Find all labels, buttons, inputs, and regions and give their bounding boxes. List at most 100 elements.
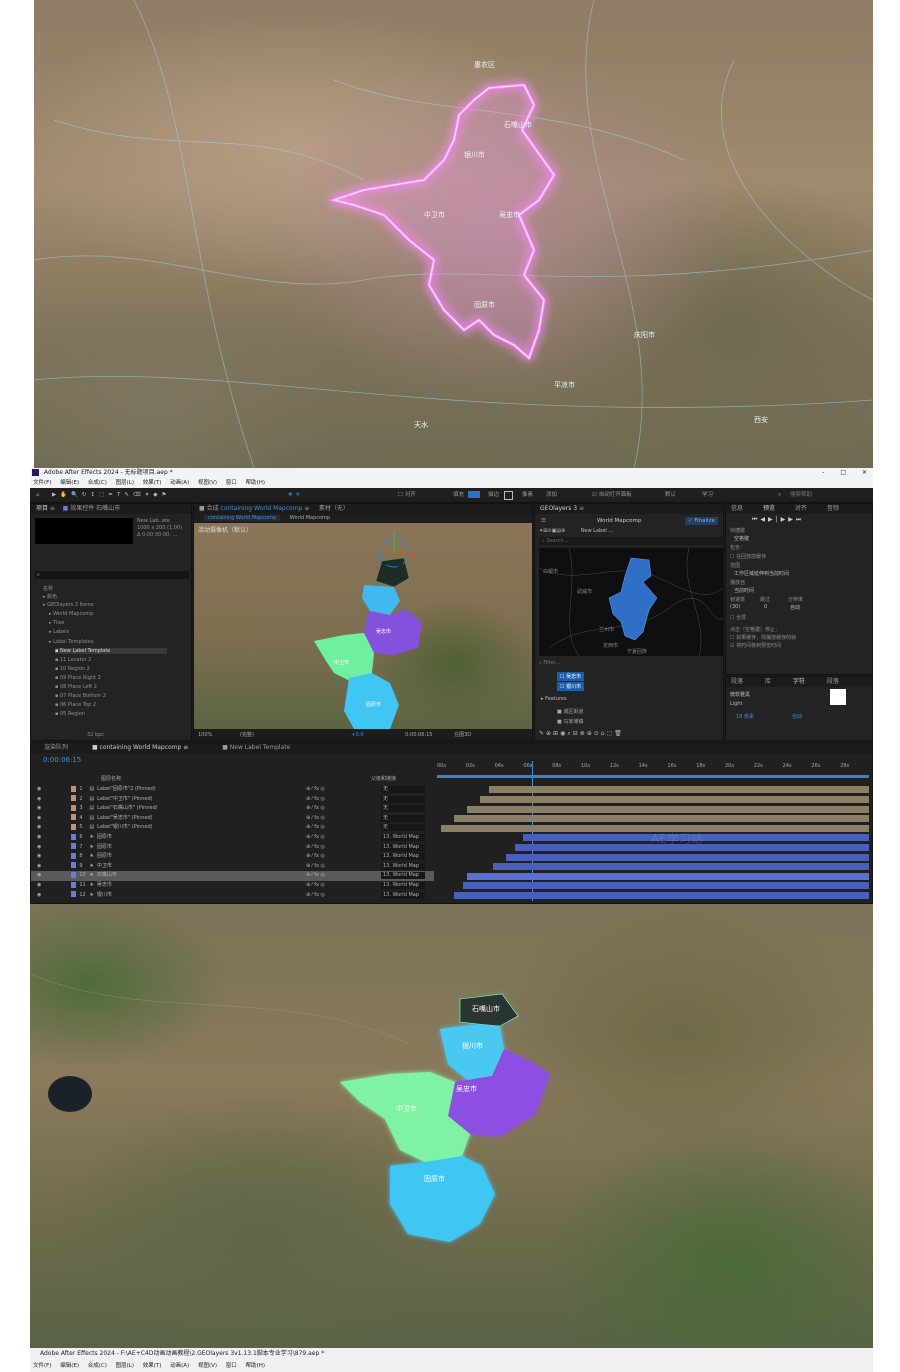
layer-label-color[interactable] xyxy=(71,891,77,898)
menu-view[interactable]: 视图(V) xyxy=(198,480,217,486)
quality-dropdown[interactable]: (完整) xyxy=(240,732,254,738)
timeline-layer-row[interactable]: ◉ 5 ▤ Label"银川市" (Pinned) ⊕ ⁄ fx ◎ 无 xyxy=(31,823,434,833)
timeline-layer-row[interactable]: ◉ 10 ★ 石嘴山市 ⊕ ⁄ fx ◎ 13. World Map xyxy=(31,871,434,881)
visibility-eye-icon[interactable]: ◉ xyxy=(37,882,41,888)
menu-animation[interactable]: 动画(A) xyxy=(170,480,189,486)
features-group[interactable]: ▸ Features xyxy=(541,696,567,702)
layer-name[interactable]: Label"石嘴山市" (Pinned) xyxy=(97,805,157,811)
geolayers-tool-icons[interactable]: ✦⊞⊙▣▤⊕ xyxy=(539,528,565,534)
geo-preview-ningxia[interactable] xyxy=(608,557,658,641)
tab-project[interactable]: 项目 xyxy=(36,505,48,512)
geo-layer-item[interactable]: ☐ 银川市 xyxy=(557,682,585,691)
subtab-containing[interactable]: containing World Mapcomp xyxy=(204,515,281,521)
layer-switches[interactable]: ⊕ ⁄ fx ◎ xyxy=(306,804,325,814)
project-item[interactable]: ▪ 11 Locator 2 xyxy=(55,657,91,663)
layer-name[interactable]: Label"固原市"2 (Pinned) xyxy=(97,786,156,792)
visibility-eye-icon[interactable]: ◉ xyxy=(37,824,41,830)
project-item[interactable]: ▸ GEOlayers 3 Items xyxy=(43,602,94,608)
tab-paragraph[interactable]: 段落 xyxy=(827,678,839,685)
parent-dropdown[interactable]: 13. World Map xyxy=(381,872,425,880)
layer-duration-bar[interactable] xyxy=(467,872,869,880)
geolayers-bottom-icons[interactable]: ✎⊕⊞◉⌕⊟⊗⊕⊙⌂⬚🗑 xyxy=(539,730,624,738)
add-label[interactable]: 添加 xyxy=(546,488,557,502)
region-wuzhong[interactable] xyxy=(364,609,422,655)
layer-label-color[interactable] xyxy=(71,785,77,792)
layer-label-color[interactable] xyxy=(71,852,77,859)
menu-help[interactable]: 帮助(H) xyxy=(246,1363,265,1369)
timeline-timecode[interactable]: 0:00:06:15 xyxy=(43,756,81,764)
layer-duration-bar[interactable] xyxy=(462,882,869,890)
subtab-world-mapcomp[interactable]: World Mapcomp xyxy=(290,515,330,521)
layer-label-color[interactable] xyxy=(71,862,77,869)
project-item[interactable]: ▪ 05 Region xyxy=(55,711,85,717)
axis-tool-icons[interactable]: ✥✛ xyxy=(288,488,303,502)
layer-switches[interactable]: ⊕ ⁄ fx ◎ xyxy=(306,843,325,853)
layer-label-color[interactable] xyxy=(71,814,77,821)
tab-info[interactable]: 信息 xyxy=(731,505,743,512)
menu-layer[interactable]: 图层(L) xyxy=(116,1363,134,1369)
parent-dropdown[interactable]: 无 xyxy=(381,786,425,793)
layer-name[interactable]: 固原市 xyxy=(97,853,112,859)
work-area-bar[interactable] xyxy=(437,775,869,778)
geolayers-filter-input[interactable]: ⌕ Filter... xyxy=(539,659,723,667)
fullscreen-checkbox[interactable]: ☐ 全屏 xyxy=(730,614,746,621)
tab-preview[interactable]: 预览 xyxy=(763,505,775,512)
parent-dropdown[interactable]: 无 xyxy=(381,814,425,822)
tab-character[interactable]: 字符 xyxy=(793,678,805,685)
geolayers-map-preview[interactable]: 武威市 白银市 兰州市 定西市 宁夏回族 xyxy=(539,548,723,656)
project-item[interactable]: ▸ Tiles xyxy=(49,620,64,626)
project-item[interactable]: ▪ 09 Place Right 2 xyxy=(55,675,101,681)
menu-effect[interactable]: 效果(T) xyxy=(143,480,162,486)
font-size-value[interactable]: 18 像素 xyxy=(736,713,754,720)
project-item[interactable]: ▪ 07 Place Bottom 2 xyxy=(55,693,106,699)
home-icon[interactable]: ⌂ xyxy=(36,488,40,502)
move-time-checkbox[interactable]: ☑ 将时间移到预览时间 xyxy=(730,642,781,649)
layer-label-color[interactable] xyxy=(71,804,77,811)
tab-timeline-label-template[interactable]: ■ New Label Template xyxy=(222,744,290,751)
tab-paragraph-left[interactable]: 段落 xyxy=(731,678,743,685)
feature-item[interactable]: ■ 城区街道 xyxy=(557,708,583,715)
layer-duration-bar[interactable] xyxy=(488,786,869,794)
layer-name[interactable]: Label"银川市" (Pinned) xyxy=(97,824,152,830)
font-dropdown[interactable]: 微软雅黑 xyxy=(730,691,750,698)
timeline-layer-row[interactable]: ◉ 7 ★ 固原市 ⊕ ⁄ fx ◎ 13. World Map xyxy=(31,843,434,853)
visibility-eye-icon[interactable]: ◉ xyxy=(37,872,41,878)
menu-layer[interactable]: 图层(L) xyxy=(116,480,134,486)
timeline-layer-row[interactable]: ◉ 3 ▤ Label"石嘴山市" (Pinned) ⊕ ⁄ fx ◎ 无 xyxy=(31,804,434,814)
tab-effects-controls[interactable]: 效果控件 石嘴山市 xyxy=(70,505,120,512)
visibility-eye-icon[interactable]: ◉ xyxy=(37,863,41,869)
tab-library[interactable]: 库 xyxy=(765,678,771,685)
zoom-dropdown[interactable]: 100% xyxy=(198,732,212,738)
layer-duration-bar[interactable] xyxy=(467,805,869,813)
menu-composition[interactable]: 合成(C) xyxy=(88,1363,107,1369)
gizmo-x-axis[interactable] xyxy=(393,552,417,558)
layer-name[interactable]: 银川市 xyxy=(97,892,112,898)
shortcut-dropdown[interactable]: 空格键 xyxy=(734,535,749,542)
layer-switches[interactable]: ⊕ ⁄ fx ◎ xyxy=(306,881,325,891)
parent-dropdown[interactable]: 无 xyxy=(381,805,425,813)
new-label-button[interactable]: New Label ... xyxy=(581,528,613,534)
search-help-input[interactable]: 搜索帮助 xyxy=(790,488,812,502)
search-icon[interactable]: ⌕ xyxy=(778,488,781,502)
comp-offset[interactable]: +0.0 xyxy=(351,732,363,738)
layer-duration-bar[interactable] xyxy=(454,815,869,823)
stroke-swatch[interactable] xyxy=(504,491,513,500)
parent-dropdown[interactable]: 13. World Map xyxy=(381,843,425,851)
tab-footage[interactable]: 素材（无） xyxy=(319,505,349,512)
tab-timeline-containing[interactable]: ■ containing World Mapcomp ≡ xyxy=(92,744,188,751)
timeline-layer-row[interactable]: ◉ 12 ★ 银川市 ⊕ ⁄ fx ◎ 13. World Map xyxy=(31,891,434,901)
finalize-button[interactable]: ✓ Finalize xyxy=(685,517,718,525)
layer-switches[interactable]: ⊕ ⁄ fx ◎ xyxy=(306,852,325,862)
tab-geolayers[interactable]: GEOlayers 3 xyxy=(540,505,577,512)
cache-checkbox[interactable]: ☐ 在回放前缓存 xyxy=(730,553,766,560)
timeline-ruler[interactable]: 00s 02s 04s 06s 08s 10s 12s 14s 16s 18s 20s 22s 24s 2… xyxy=(437,761,869,901)
layer-label-color[interactable] xyxy=(71,795,77,802)
play-from-dropdown[interactable]: 当前时间 xyxy=(734,587,754,594)
visibility-eye-icon[interactable]: ◉ xyxy=(37,796,41,802)
parent-dropdown[interactable]: 13. World Map xyxy=(381,891,425,899)
range-dropdown[interactable]: 工作区域延伸到当前时间 xyxy=(734,570,789,577)
cache-play-checkbox[interactable]: ☐ 如果缓存，则播放缓存的帧 xyxy=(730,634,796,641)
timeline-layer-row[interactable]: ◉ 1 ▤ Label"固原市"2 (Pinned) ⊕ ⁄ fx ◎ 无 xyxy=(31,785,434,795)
layer-switches[interactable]: ⊕ ⁄ fx ◎ xyxy=(306,785,325,795)
menu-edit[interactable]: 编辑(E) xyxy=(60,1363,79,1369)
